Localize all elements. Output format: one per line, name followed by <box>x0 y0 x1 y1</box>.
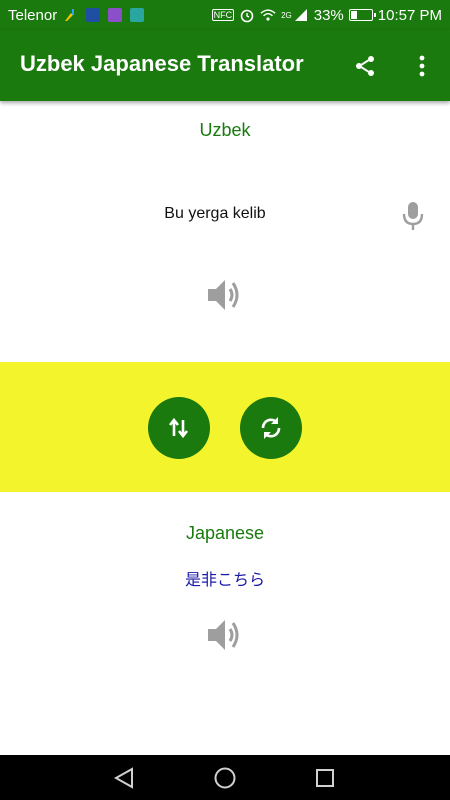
battery-percent: 33% <box>313 6 344 24</box>
share-button[interactable] <box>349 50 381 82</box>
refresh-icon <box>261 417 281 439</box>
action-band <box>0 362 450 492</box>
recents-square-icon <box>316 769 334 787</box>
target-speak-button[interactable] <box>203 615 247 655</box>
download-icon <box>129 7 145 23</box>
app-notification-icon <box>85 7 101 23</box>
home-circle-icon <box>214 767 236 789</box>
nfc-icon: NFC <box>211 9 235 21</box>
back-button[interactable] <box>110 764 138 792</box>
source-text-input[interactable]: Bu yerga kelib <box>60 205 370 223</box>
navigation-bar <box>0 755 450 800</box>
carrier-label: Telenor <box>8 6 58 24</box>
status-bar: Telenor NFC 2G 33% 10:57 PM <box>0 0 450 30</box>
app-bar: Uzbek Japanese Translator <box>0 30 450 101</box>
more-vert-icon <box>419 55 425 77</box>
source-speak-button[interactable] <box>203 275 247 315</box>
status-left: Telenor <box>8 7 145 24</box>
swap-vertical-icon <box>168 417 189 439</box>
signal-icon <box>293 7 309 23</box>
translated-text: 是非こちら <box>184 570 265 589</box>
home-button[interactable] <box>211 764 239 792</box>
battery-fill <box>350 11 358 19</box>
microphone-icon <box>402 202 424 230</box>
network-type: 2G <box>281 10 292 20</box>
status-right: NFC 2G 33% 10:57 PM <box>211 6 442 24</box>
alarm-icon <box>239 7 255 23</box>
cleaner-icon <box>63 7 79 23</box>
recents-button[interactable] <box>311 764 339 792</box>
back-triangle-icon <box>113 767 133 789</box>
translate-refresh-button[interactable] <box>240 397 302 459</box>
share-icon <box>356 56 374 76</box>
clock: 10:57 PM <box>377 6 442 24</box>
overflow-menu-button[interactable] <box>408 50 436 82</box>
microphone-button[interactable] <box>398 199 428 233</box>
app-title: Uzbek Japanese Translator <box>20 51 304 76</box>
wifi-icon <box>260 7 276 23</box>
battery-icon <box>348 9 376 21</box>
source-language-label[interactable]: Uzbek <box>0 120 450 141</box>
target-language-label[interactable]: Japanese <box>0 523 450 544</box>
speaker-icon <box>208 280 239 310</box>
speaker-icon <box>208 620 239 650</box>
swap-languages-button[interactable] <box>148 397 210 459</box>
gallery-icon <box>107 7 123 23</box>
